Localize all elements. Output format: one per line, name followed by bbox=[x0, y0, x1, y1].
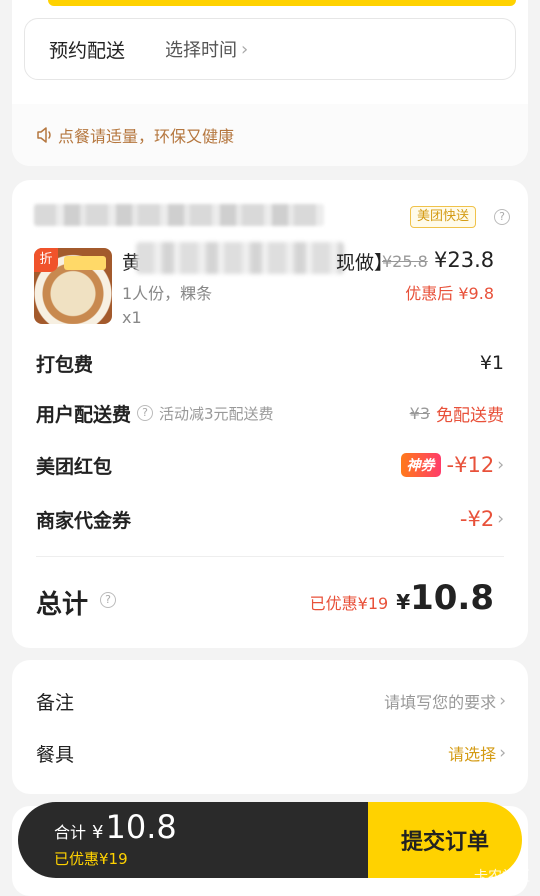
bar-summary: 合计 ¥ 10.8 已优惠¥19 bbox=[18, 802, 368, 878]
chevron-right-icon: › bbox=[499, 743, 506, 763]
discount-tag: 折 bbox=[34, 248, 58, 272]
red-packet-row[interactable]: 美团红包 神券 -¥12 › bbox=[36, 450, 504, 480]
yellow-edge bbox=[48, 0, 516, 6]
total-currency: ¥ bbox=[396, 590, 411, 614]
order-confirm-page: 预约配送 选择时间 › 点餐请适量，环保又健康 美团快送 ? 折 黄 现做】 ¥… bbox=[0, 0, 540, 896]
current-price: ¥23.8 bbox=[434, 248, 495, 272]
schedule-label: 预约配送 bbox=[49, 39, 126, 62]
bar-currency: ¥ bbox=[92, 822, 104, 843]
remarks-card: 备注 请填写您的要求 › 餐具 请选择 › bbox=[12, 660, 528, 794]
bar-saved: 已优惠¥19 bbox=[54, 850, 128, 868]
packing-fee-right: ¥1 bbox=[480, 352, 504, 374]
note-label: 备注 bbox=[36, 691, 75, 714]
red-packet-right: 神券 -¥12 › bbox=[400, 453, 504, 477]
packing-fee-value: ¥1 bbox=[479, 352, 504, 374]
chevron-right-icon: › bbox=[499, 691, 506, 711]
utensils-row[interactable]: 餐具 请选择 › bbox=[36, 738, 506, 768]
voucher-row[interactable]: 商家代金券 -¥2 › bbox=[36, 504, 504, 534]
utensils-value[interactable]: 请选择 bbox=[448, 741, 496, 765]
bar-sum-amount: 10.8 bbox=[105, 808, 177, 846]
submit-bar: 合计 ¥ 10.8 已优惠¥19 提交订单 bbox=[18, 802, 522, 878]
shop-name-blurred bbox=[34, 204, 324, 226]
order-card: 美团快送 ? 折 黄 现做】 ¥25.8 ¥23.8 1人份，粿条 优惠后 ¥9… bbox=[12, 180, 528, 648]
delivery-fee-right: ¥3 免配送费 bbox=[410, 401, 504, 426]
divider bbox=[36, 556, 504, 557]
delivery-card: 预约配送 选择时间 › 点餐请适量，环保又健康 bbox=[12, 0, 528, 166]
chevron-right-icon: › bbox=[497, 509, 504, 529]
packing-fee-row: 打包费 ¥1 bbox=[36, 348, 504, 378]
help-icon[interactable]: ? bbox=[137, 405, 154, 421]
product-spec: 1人份，粿条 bbox=[122, 284, 213, 303]
help-icon[interactable]: ? bbox=[494, 209, 510, 225]
red-packet-value: -¥12 bbox=[446, 453, 495, 477]
voucher-label: 商家代金券 bbox=[36, 509, 132, 532]
delivery-fee-row: 用户配送费 ? 活动减3元配送费 ¥3 免配送费 bbox=[36, 398, 504, 428]
schedule-delivery-row[interactable]: 预约配送 选择时间 › bbox=[24, 18, 516, 80]
utensils-label: 餐具 bbox=[36, 743, 75, 766]
shenquan-tag: 神券 bbox=[400, 453, 441, 477]
delivery-fee-label: 用户配送费 bbox=[36, 403, 132, 426]
product-quantity: x1 bbox=[122, 308, 142, 327]
discounted-price: 优惠后 ¥9.8 bbox=[405, 284, 494, 303]
note-row[interactable]: 备注 请填写您的要求 › bbox=[36, 686, 506, 716]
product-name-blurred bbox=[136, 242, 344, 274]
schedule-time-value[interactable]: 选择时间 bbox=[165, 36, 237, 62]
delivery-fee-value: 免配送费 bbox=[436, 405, 504, 426]
red-packet-label: 美团红包 bbox=[36, 455, 113, 478]
note-placeholder[interactable]: 请填写您的要求 bbox=[384, 689, 496, 713]
watermark: 卡农社区 bbox=[474, 869, 530, 885]
total-amount-group: 已优惠¥19 ¥ 10.8 bbox=[310, 578, 494, 618]
delivery-fee-original: ¥3 bbox=[409, 403, 430, 423]
chevron-right-icon: › bbox=[241, 38, 249, 60]
chevron-right-icon: › bbox=[497, 455, 504, 475]
help-icon[interactable]: ? bbox=[100, 592, 116, 608]
bar-sum-label: 合计 bbox=[54, 823, 87, 842]
voucher-right: -¥2 › bbox=[460, 507, 504, 531]
delivery-type-badge: 美团快送 bbox=[410, 206, 477, 228]
bar-sum-line: 合计 ¥ 10.8 bbox=[54, 808, 368, 846]
total-amount: 10.8 bbox=[410, 578, 494, 618]
notice-bar: 点餐请适量，环保又健康 bbox=[12, 104, 528, 166]
packing-fee-label: 打包费 bbox=[36, 353, 94, 376]
notice-text: 点餐请适量，环保又健康 bbox=[58, 127, 235, 146]
product-image: 折 bbox=[34, 248, 112, 324]
original-price: ¥25.8 bbox=[382, 252, 428, 271]
total-saved: 已优惠¥19 bbox=[309, 594, 389, 613]
product-label bbox=[64, 256, 106, 270]
total-label: 总计 bbox=[36, 590, 89, 620]
speaker-icon bbox=[37, 127, 51, 143]
voucher-value: -¥2 bbox=[459, 507, 495, 531]
delivery-fee-note: 活动减3元配送费 bbox=[159, 404, 274, 423]
